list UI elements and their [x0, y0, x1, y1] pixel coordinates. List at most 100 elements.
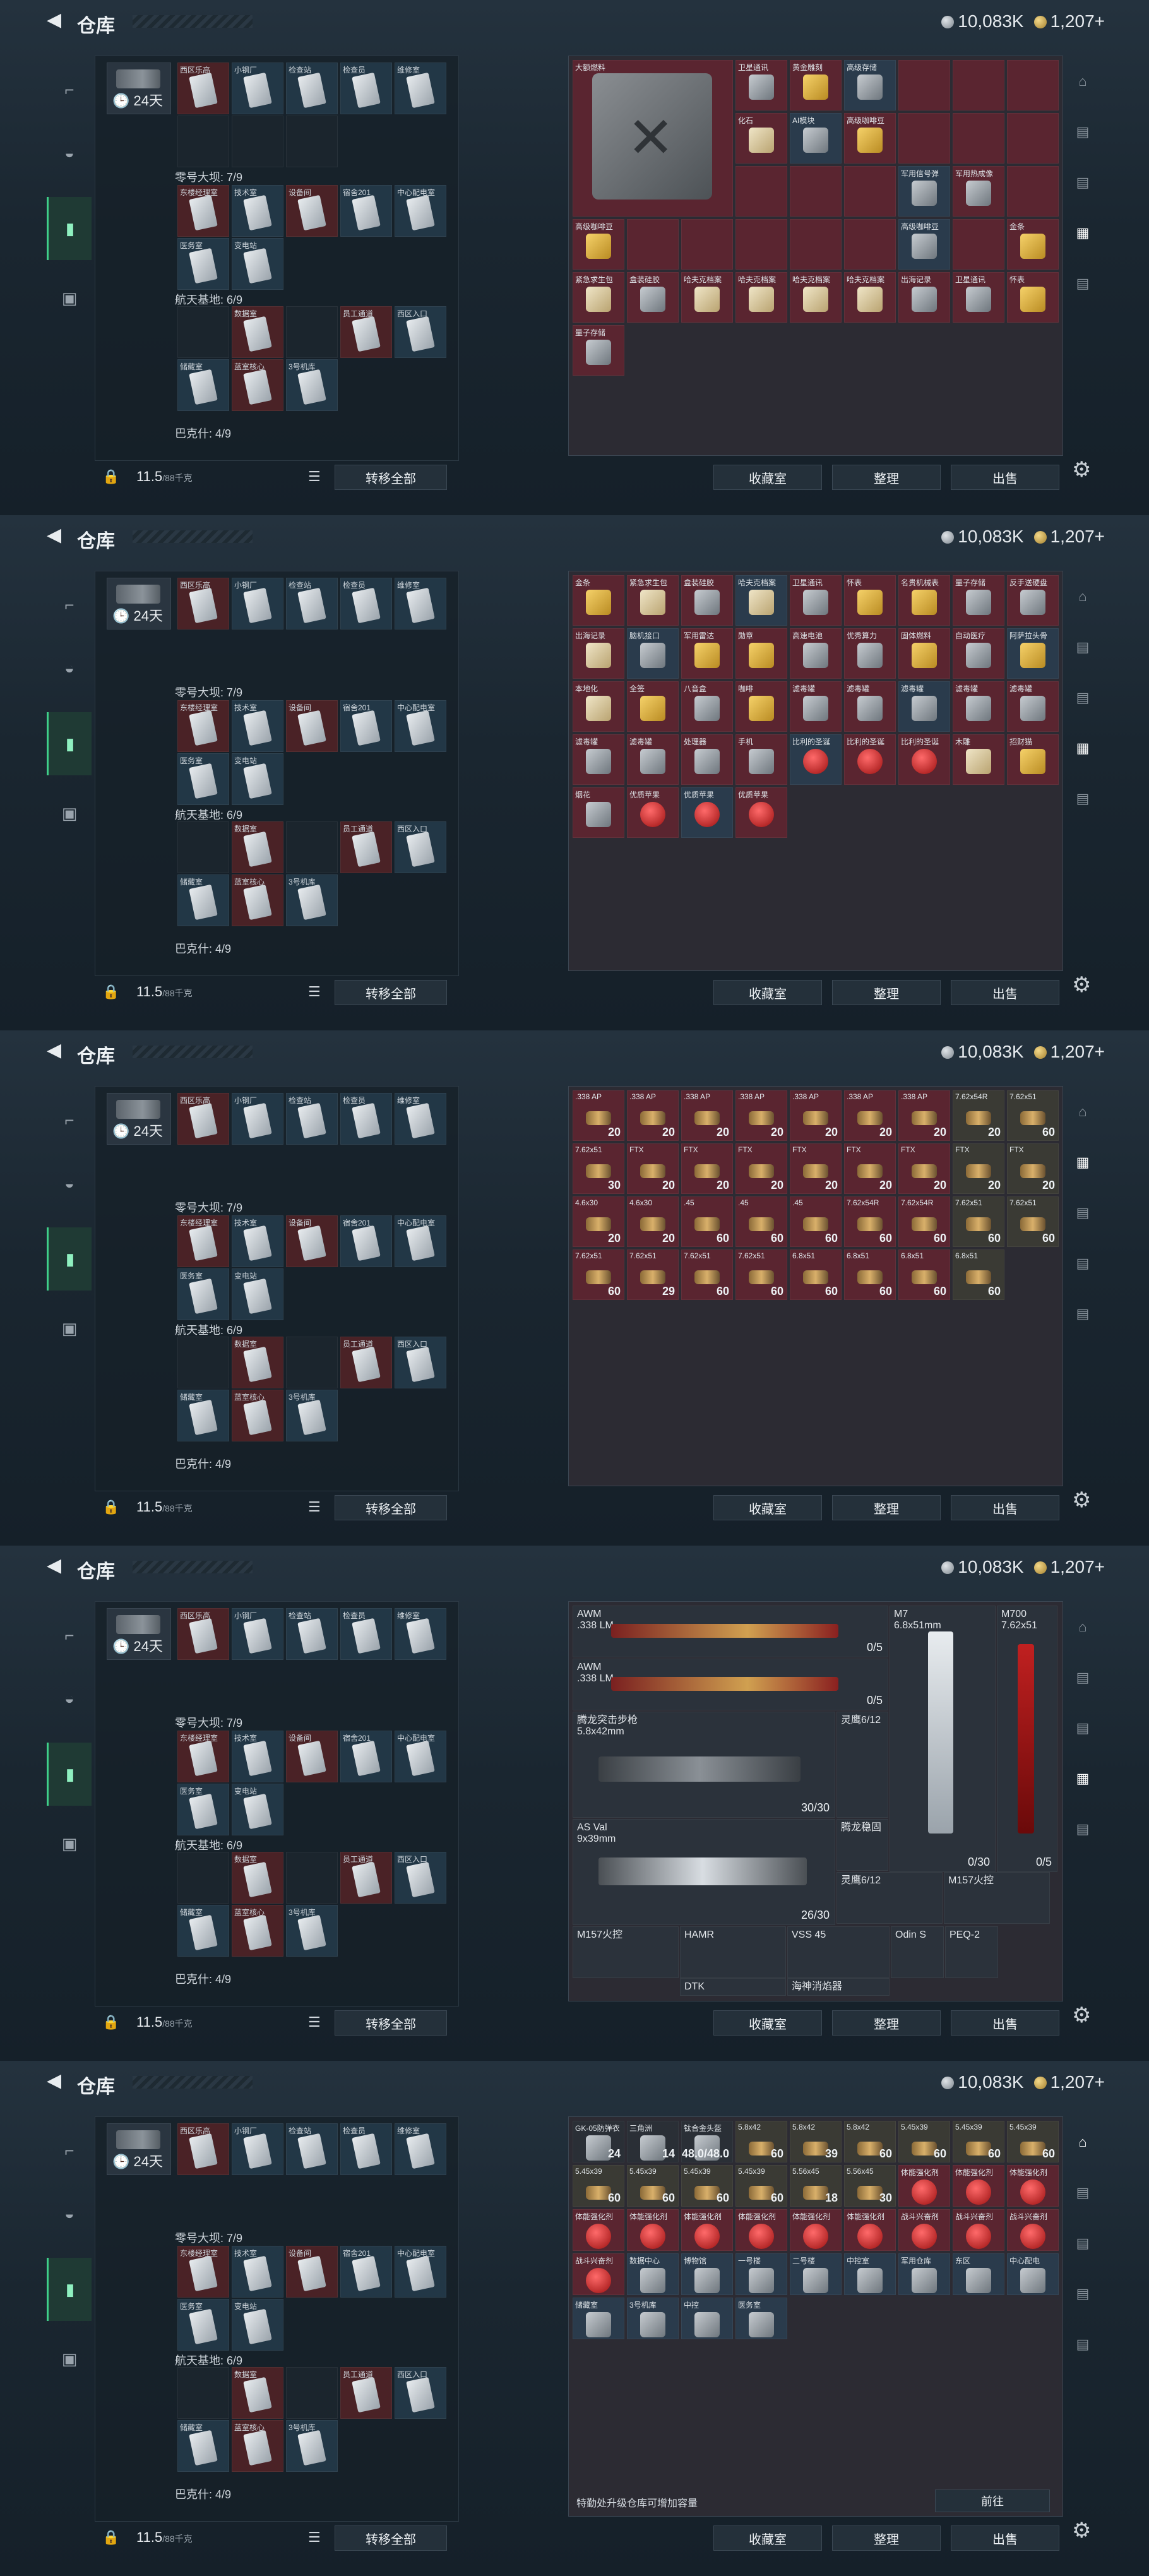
key-cell[interactable]: 员工通道	[340, 821, 392, 873]
weapon-awm[interactable]: AWM .338 LM 0/5	[573, 1659, 888, 1710]
key-cell[interactable]: 中心配电室	[395, 1215, 446, 1267]
key-cell[interactable]: 东楼经理室	[177, 1215, 229, 1267]
item-cell[interactable]	[898, 113, 950, 164]
key-cell[interactable]: 东楼经理室	[177, 185, 229, 237]
item-cell[interactable]: 紧急求生包	[627, 575, 679, 626]
item-cell[interactable]: 卫星通讯	[735, 60, 787, 110]
key-cell[interactable]: 设备间	[286, 700, 338, 752]
key-cell[interactable]: 西区入口	[395, 2367, 446, 2419]
item-cell[interactable]: 哈夫克档案	[735, 575, 787, 626]
item-cell[interactable]: 滤毒罐	[627, 734, 679, 785]
key-cell[interactable]: 东楼经理室	[177, 1731, 229, 1782]
key-cell[interactable]: 技术室	[232, 700, 283, 752]
tab-icon[interactable]: ▤	[1067, 1658, 1098, 1697]
item-cell[interactable]: 7.62x51 29	[627, 1249, 679, 1300]
key-cell[interactable]: 宿舍201	[340, 1731, 392, 1782]
key-cell[interactable]: 医务室	[177, 753, 229, 805]
key-cell[interactable]: 数据室	[232, 306, 283, 358]
item-cell[interactable]: 5.8x42 39	[790, 2121, 842, 2162]
item-cell[interactable]: 八音盒	[681, 681, 733, 732]
lock-icon[interactable]: 🔒	[102, 984, 119, 1000]
empty-cell[interactable]	[286, 821, 338, 873]
item-cell[interactable]: 东区	[953, 2253, 1004, 2295]
item-cell[interactable]	[1007, 60, 1059, 110]
collection-button[interactable]: 收藏室	[713, 2010, 822, 2036]
empty-cell[interactable]	[177, 2367, 229, 2419]
key-cell[interactable]: 西区入口	[395, 306, 446, 358]
tab-icon[interactable]: ▤	[1067, 2224, 1098, 2263]
item-cell[interactable]: 卫星通讯	[953, 272, 1004, 323]
scope-item[interactable]: HAMR	[680, 1926, 786, 1978]
key-cell[interactable]: 维修室	[395, 578, 446, 629]
key-cell[interactable]: 检查站	[286, 1608, 338, 1660]
backpack-icon[interactable]: ▮	[47, 197, 92, 260]
key-cell[interactable]: 西区入口	[395, 1852, 446, 1904]
item-cell[interactable]: 5.56x45 30	[844, 2165, 896, 2207]
item-cell[interactable]: 5.45x39 60	[627, 2165, 679, 2207]
key-cell[interactable]: 检查站	[286, 1093, 338, 1145]
item-cell[interactable]: 4.6x30 20	[573, 1196, 624, 1247]
item-cell[interactable]: .338 AP 20	[573, 1090, 624, 1141]
key-cell[interactable]: 西区乐高	[177, 1608, 229, 1660]
empty-cell[interactable]	[232, 116, 283, 167]
key-cell[interactable]: 宿舍201	[340, 185, 392, 237]
scope-item[interactable]: 灵鹰6/12	[836, 1872, 943, 1924]
item-cell[interactable]: 7.62x51 60	[1007, 1090, 1059, 1141]
item-cell[interactable]: 滤毒罐	[953, 681, 1004, 732]
home-icon[interactable]: ⌂	[1067, 2123, 1098, 2162]
backpack-icon[interactable]: ▮	[47, 1227, 92, 1291]
item-cell[interactable]: .338 AP 20	[790, 1090, 842, 1141]
item-cell[interactable]: 优秀算力	[844, 628, 896, 679]
item-cell[interactable]: 脑机接口	[627, 628, 679, 679]
item-cell[interactable]	[790, 219, 842, 270]
secure-case[interactable]: 🕒 24天	[107, 2123, 171, 2175]
collection-button[interactable]: 收藏室	[713, 1495, 822, 1520]
case-icon[interactable]: ▣	[47, 266, 91, 330]
item-cell[interactable]: 7.62x54R 60	[844, 1196, 896, 1247]
item-cell[interactable]	[627, 219, 679, 270]
item-cell[interactable]	[681, 219, 733, 270]
item-cell[interactable]: 处理器	[681, 734, 733, 785]
backpack-icon[interactable]: ▮	[47, 2258, 92, 2321]
empty-cell[interactable]	[286, 1337, 338, 1388]
item-cell[interactable]: .338 AP 20	[735, 1090, 787, 1141]
key-cell[interactable]: 蓝室核心	[232, 1905, 283, 1957]
tab-icon[interactable]: ▤	[1067, 2274, 1098, 2313]
item-cell[interactable]: 量子存储	[573, 325, 624, 376]
backpack-icon[interactable]: ▮	[47, 1743, 92, 1806]
gun-icon[interactable]: ⌐	[47, 1604, 91, 1667]
item-cell[interactable]: 5.45x39 60	[898, 2121, 950, 2162]
case-icon[interactable]: ▣	[47, 782, 91, 845]
back-icon[interactable]: ◀	[47, 1039, 61, 1061]
item-cell[interactable]: 反手送硬盘	[1007, 575, 1059, 626]
key-cell[interactable]: 储藏室	[177, 1390, 229, 1441]
item-cell[interactable]: 优质苹果	[735, 787, 787, 838]
item-cell[interactable]: 怀表	[1007, 272, 1059, 323]
sort-button[interactable]: 整理	[832, 465, 941, 490]
item-cell[interactable]: 体能强化剂	[627, 2209, 679, 2251]
tab-icon[interactable]: ▤	[1067, 1708, 1098, 1748]
magazine-item[interactable]: VSS 45	[787, 1926, 890, 1978]
key-cell[interactable]: 技术室	[232, 185, 283, 237]
item-cell[interactable]	[1007, 166, 1059, 217]
sort-button[interactable]: 整理	[832, 2010, 941, 2036]
item-cell[interactable]: 5.8x42 60	[735, 2121, 787, 2162]
key-cell[interactable]: 储藏室	[177, 1905, 229, 1957]
gear-icon[interactable]: ⚙	[1072, 1488, 1091, 1513]
item-cell[interactable]: 中控	[681, 2298, 733, 2339]
item-cell[interactable]: 自动医疗	[953, 628, 1004, 679]
helmet-icon[interactable]: ◒	[47, 121, 91, 184]
empty-cell[interactable]	[286, 1852, 338, 1904]
item-cell[interactable]: 怀表	[844, 575, 896, 626]
item-cell[interactable]: 7.62x51 60	[1007, 1196, 1059, 1247]
key-cell[interactable]: 3号机库	[286, 874, 338, 926]
tab-icon[interactable]: ▤	[1067, 678, 1098, 717]
key-cell[interactable]: 检查员	[340, 1093, 392, 1145]
key-cell[interactable]: 员工通道	[340, 1852, 392, 1904]
item-cell[interactable]: 比利的圣诞	[844, 734, 896, 785]
key-cell[interactable]: 数据室	[232, 2367, 283, 2419]
back-icon[interactable]: ◀	[47, 524, 61, 546]
muzzle-item[interactable]: DTK	[680, 1978, 786, 1996]
item-cell[interactable]: 储藏室	[573, 2298, 624, 2339]
item-cell[interactable]: 手机	[735, 734, 787, 785]
